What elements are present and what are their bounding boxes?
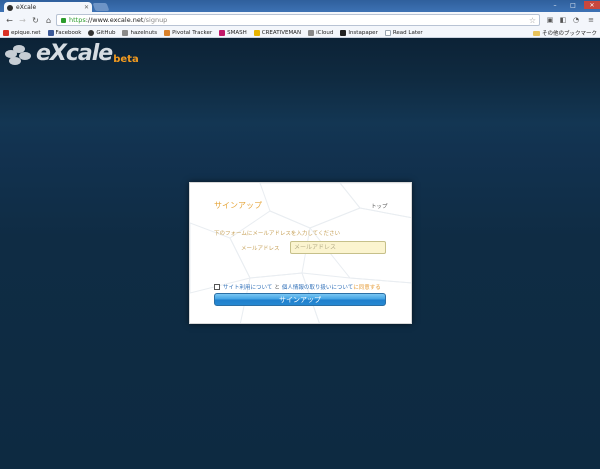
and-text: と bbox=[274, 285, 280, 291]
folder-icon bbox=[532, 30, 540, 36]
agree-text: に同意する bbox=[353, 285, 381, 291]
logo-beta-badge: beta bbox=[113, 54, 139, 65]
github-icon bbox=[88, 29, 95, 36]
extension-icon[interactable]: ◔ bbox=[570, 14, 582, 26]
window-close-icon[interactable]: ✕ bbox=[584, 1, 600, 9]
bookmark-item[interactable]: Pivotal Tracker bbox=[164, 29, 212, 36]
tab-close-icon[interactable]: ✕ bbox=[84, 4, 89, 11]
bookmark-favicon-icon bbox=[3, 29, 9, 36]
minimize-icon[interactable]: – bbox=[548, 1, 562, 9]
new-tab-button[interactable] bbox=[92, 3, 110, 11]
bookmark-item[interactable]: GitHub bbox=[88, 29, 115, 36]
terms-link[interactable]: サイト利用について bbox=[223, 283, 272, 291]
bookmark-item[interactable]: Instapaper bbox=[340, 29, 378, 36]
top-link[interactable]: トップ bbox=[371, 202, 388, 210]
page-icon bbox=[384, 29, 391, 36]
cloud-logo-icon bbox=[3, 42, 33, 66]
bookmark-favicon-icon bbox=[122, 29, 129, 36]
page-body: eXcale beta サインアップ トップ 下のフォームにメールアドレスを入力… bbox=[0, 38, 600, 469]
email-label: メールアドレス bbox=[241, 246, 280, 252]
bookmark-favicon-icon bbox=[340, 29, 347, 36]
address-bar[interactable]: https ://www.excale.net /signup ☆ bbox=[56, 14, 540, 26]
tab-strip: eXcale ✕ – □ ✕ bbox=[0, 0, 600, 13]
email-input[interactable] bbox=[290, 241, 386, 254]
bookmark-item[interactable]: epique.net bbox=[3, 29, 41, 36]
bookmark-favicon-icon bbox=[253, 29, 260, 36]
bookmark-item[interactable]: CREATIVEMAN bbox=[253, 29, 301, 36]
lock-icon bbox=[61, 17, 66, 23]
menu-icon[interactable]: ≡ bbox=[585, 14, 597, 26]
dialog-title: サインアップ bbox=[214, 201, 262, 210]
logo-text: eXcale bbox=[36, 41, 113, 66]
home-icon[interactable]: ⌂ bbox=[42, 14, 55, 27]
privacy-link[interactable]: 個人情報の取り扱いについて bbox=[282, 283, 353, 291]
url-scheme: https bbox=[69, 16, 86, 24]
bookmark-item[interactable]: Facebook bbox=[47, 29, 81, 36]
back-icon[interactable]: ← bbox=[3, 14, 16, 27]
bookmark-favicon-icon bbox=[308, 29, 315, 36]
agree-checkbox[interactable] bbox=[214, 284, 220, 290]
agree-row: サイト利用について と 個人情報の取り扱いについて に同意する bbox=[214, 283, 381, 291]
bookmark-favicon-icon bbox=[219, 29, 226, 36]
forward-icon[interactable]: → bbox=[16, 14, 29, 27]
bookmark-favicon-icon bbox=[164, 29, 171, 36]
other-bookmarks[interactable]: その他のブックマーク bbox=[532, 29, 597, 37]
bookmarks-bar: epique.net Facebook GitHub hazelnuts Piv… bbox=[0, 28, 600, 38]
bookmark-item[interactable]: Read Later bbox=[384, 29, 423, 36]
url-host: ://www.excale.net bbox=[85, 16, 144, 24]
site-header: eXcale beta bbox=[0, 38, 600, 80]
tab-title: eXcale bbox=[16, 4, 37, 11]
form-instruction: 下のフォームにメールアドレスを入力してください bbox=[214, 231, 341, 237]
reload-icon[interactable]: ↻ bbox=[29, 14, 42, 27]
url-path: /signup bbox=[143, 16, 168, 24]
bookmark-star-icon[interactable]: ☆ bbox=[529, 16, 536, 25]
bookmark-item[interactable]: hazelnuts bbox=[122, 29, 157, 36]
extension-icon[interactable]: ▣ bbox=[544, 14, 556, 26]
extension-icon[interactable]: ◧ bbox=[557, 14, 569, 26]
bookmark-item[interactable]: iCloud bbox=[308, 29, 333, 36]
site-logo[interactable]: eXcale beta bbox=[3, 42, 139, 66]
signup-button[interactable]: サインアップ bbox=[214, 293, 386, 306]
facebook-icon bbox=[47, 29, 54, 36]
maximize-icon[interactable]: □ bbox=[566, 1, 580, 9]
bookmark-item[interactable]: SMASH bbox=[219, 29, 247, 36]
signup-dialog: サインアップ トップ 下のフォームにメールアドレスを入力してください メールアド… bbox=[189, 182, 412, 324]
site-favicon-icon bbox=[7, 4, 13, 11]
